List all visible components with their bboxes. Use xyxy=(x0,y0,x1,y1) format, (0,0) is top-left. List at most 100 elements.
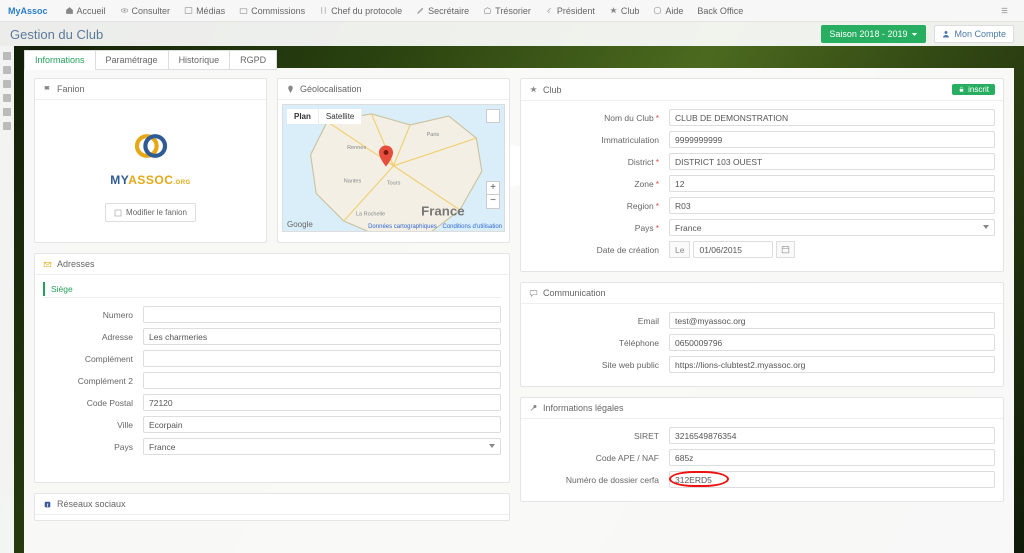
nav-menu-right[interactable] xyxy=(1000,6,1009,15)
nav-commissions[interactable]: Commissions xyxy=(239,6,305,16)
input-complement2[interactable] xyxy=(143,372,501,389)
subtab-siege[interactable]: Siège xyxy=(43,282,79,296)
label-telephone: Téléphone xyxy=(529,338,669,348)
flag-icon xyxy=(43,85,52,94)
panel-title: Fanion xyxy=(57,84,85,94)
sidebar-icon[interactable] xyxy=(3,122,11,130)
pin-icon xyxy=(286,85,295,94)
badge-inscrit: inscrit xyxy=(952,84,995,95)
svg-text:France: France xyxy=(421,203,464,218)
map-satellite[interactable]: Satellite xyxy=(319,109,362,124)
input-zone[interactable] xyxy=(669,175,995,192)
nav-back-office[interactable]: Back Office xyxy=(697,6,743,16)
wrench-icon xyxy=(529,404,538,413)
modify-fanion-button[interactable]: Modifier le fanion xyxy=(105,203,196,222)
workspace: Fanion MYASSOC.ORG M xyxy=(24,68,1014,553)
season-selector[interactable]: Saison 2018 - 2019 xyxy=(821,25,926,43)
map-footer-links: Données cartographiques Conditions d'uti… xyxy=(364,224,502,230)
sidebar-icon[interactable] xyxy=(3,66,11,74)
zoom-in-button[interactable]: + xyxy=(487,182,499,195)
label-region: Region* xyxy=(529,201,669,211)
menu-icon xyxy=(1000,6,1009,15)
label-complement2: Complément 2 xyxy=(43,376,143,386)
cutlery-icon xyxy=(319,6,328,15)
top-nav: MyAssoc Accueil Consulter Médias Commiss… xyxy=(0,0,1024,22)
map-marker-icon xyxy=(379,145,393,167)
brand[interactable]: MyAssoc xyxy=(8,6,48,16)
tab-rgpd[interactable]: RGPD xyxy=(229,50,277,70)
image-icon xyxy=(184,6,193,15)
label-siret: SIRET xyxy=(529,431,669,441)
map-france-svg: France Rennes Paris Nantes Tours La Roch… xyxy=(283,105,504,232)
tabs: Informations Paramétrage Historique RGPD xyxy=(24,50,276,70)
nav-club[interactable]: Club xyxy=(609,6,640,16)
input-site[interactable] xyxy=(669,356,995,373)
rings-icon xyxy=(130,125,172,167)
svg-text:Tours: Tours xyxy=(387,181,401,187)
input-telephone[interactable] xyxy=(669,334,995,351)
input-nom-club[interactable] xyxy=(669,109,995,126)
nav-medias[interactable]: Médias xyxy=(184,6,225,16)
sidebar-icon[interactable] xyxy=(3,80,11,88)
input-email[interactable] xyxy=(669,312,995,329)
envelope-icon xyxy=(43,260,52,269)
tab-informations[interactable]: Informations xyxy=(24,50,96,70)
user-icon xyxy=(942,30,950,38)
panel-geolocalisation: Géolocalisation France Rennes Paris Nant… xyxy=(277,78,510,243)
label-date-creation: Date de création xyxy=(529,245,669,255)
select-pays[interactable] xyxy=(143,438,501,455)
input-date-creation[interactable] xyxy=(693,241,773,258)
briefcase-icon xyxy=(239,6,248,15)
svg-text:Rennes: Rennes xyxy=(347,145,366,151)
panel-title: Réseaux sociaux xyxy=(57,499,126,509)
pencil-icon xyxy=(416,6,425,15)
account-button[interactable]: Mon Compte xyxy=(934,25,1014,43)
input-numero[interactable] xyxy=(143,306,501,323)
sidebar-icon[interactable] xyxy=(3,52,11,60)
nav-accueil[interactable]: Accueil xyxy=(65,6,106,16)
label-pays-club: Pays* xyxy=(529,223,669,233)
zoom-out-button[interactable]: − xyxy=(487,195,499,208)
map[interactable]: France Rennes Paris Nantes Tours La Roch… xyxy=(282,104,505,232)
panel-adresses: Adresses Siège Numero Adresse Complément… xyxy=(34,253,510,483)
input-complement[interactable] xyxy=(143,350,501,367)
chat-icon xyxy=(529,289,538,298)
input-region[interactable] xyxy=(669,197,995,214)
panel-title: Club xyxy=(543,85,562,95)
star-icon xyxy=(609,6,618,15)
map-type-tabs[interactable]: Plan Satellite xyxy=(287,109,362,124)
input-siret[interactable] xyxy=(669,427,995,444)
label-cp: Code Postal xyxy=(43,398,143,408)
nav-aide[interactable]: Aide xyxy=(653,6,683,16)
caret-down-icon xyxy=(911,31,918,38)
home-icon xyxy=(65,6,74,15)
map-plan[interactable]: Plan xyxy=(287,109,319,124)
select-pays-club[interactable] xyxy=(669,219,995,236)
tab-parametrage[interactable]: Paramétrage xyxy=(95,50,169,70)
nav-chef[interactable]: Chef du protocole xyxy=(319,6,402,16)
input-cerfa[interactable] xyxy=(669,471,995,488)
adresse-subtabs: Siège xyxy=(43,283,501,298)
input-cp[interactable] xyxy=(143,394,501,411)
nav-secretaire[interactable]: Secrétaire xyxy=(416,6,469,16)
nav-consulter[interactable]: Consulter xyxy=(120,6,171,16)
panel-reseaux: f Réseaux sociaux xyxy=(34,493,510,521)
help-icon xyxy=(653,6,662,15)
map-fullscreen-button[interactable] xyxy=(486,109,500,123)
map-data-link[interactable]: Données cartographiques xyxy=(368,224,437,230)
calendar-button[interactable] xyxy=(776,241,795,258)
sidebar-icon[interactable] xyxy=(3,94,11,102)
input-ape[interactable] xyxy=(669,449,995,466)
sidebar-icon[interactable] xyxy=(3,108,11,116)
nav-tresorier[interactable]: Trésorier xyxy=(483,6,531,16)
input-adresse[interactable] xyxy=(143,328,501,345)
account-label: Mon Compte xyxy=(954,29,1006,39)
input-immat[interactable] xyxy=(669,131,995,148)
label-nom-club: Nom du Club* xyxy=(529,113,669,123)
tab-historique[interactable]: Historique xyxy=(168,50,231,70)
nav-president[interactable]: Président xyxy=(545,6,595,16)
calendar-icon xyxy=(781,245,790,254)
map-terms-link[interactable]: Conditions d'utilisation xyxy=(442,224,502,230)
input-ville[interactable] xyxy=(143,416,501,433)
input-district[interactable] xyxy=(669,153,995,170)
